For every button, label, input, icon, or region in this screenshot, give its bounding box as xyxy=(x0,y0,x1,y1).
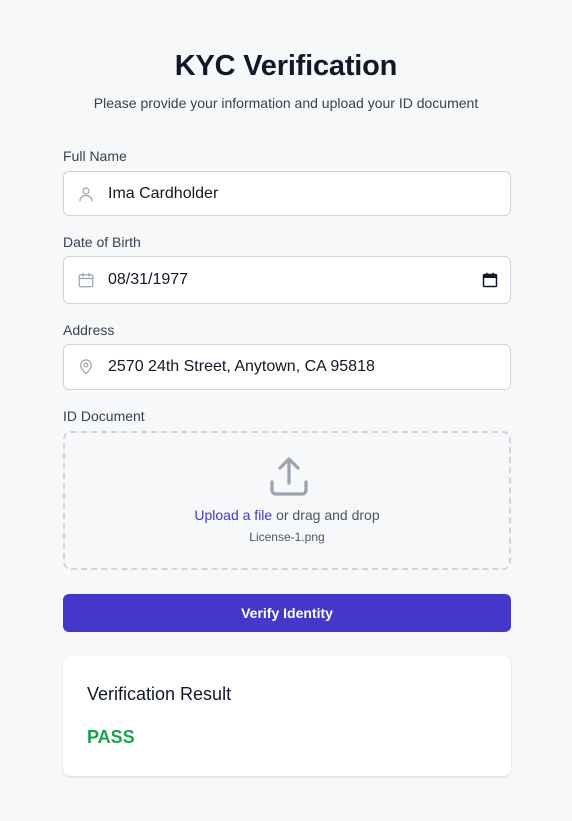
location-pin-icon xyxy=(64,358,108,376)
calendar-icon xyxy=(64,271,108,289)
kyc-page: KYC Verification Please provide your inf… xyxy=(0,0,572,821)
address-value[interactable]: 2570 24th Street, Anytown, CA 95818 xyxy=(108,358,510,376)
address-label: Address xyxy=(63,322,115,338)
uploaded-file-name: License-1.png xyxy=(249,530,325,544)
date-picker-icon[interactable] xyxy=(470,272,510,288)
upload-icon xyxy=(268,456,310,503)
upload-file-link[interactable]: Upload a file xyxy=(194,507,272,523)
dob-field[interactable]: 08/31/1977 xyxy=(63,256,511,304)
dob-label: Date of Birth xyxy=(63,234,141,250)
verify-identity-button[interactable]: Verify Identity xyxy=(63,594,511,632)
full-name-field[interactable]: Ima Cardholder xyxy=(63,171,511,216)
address-field[interactable]: 2570 24th Street, Anytown, CA 95818 xyxy=(63,344,511,390)
id-document-label: ID Document xyxy=(63,408,145,424)
verification-result-card: Verification Result PASS xyxy=(63,656,511,776)
user-icon xyxy=(64,185,108,203)
page-title: KYC Verification xyxy=(174,50,398,82)
full-name-value[interactable]: Ima Cardholder xyxy=(108,185,510,203)
dob-value[interactable]: 08/31/1977 xyxy=(108,271,470,289)
result-title: Verification Result xyxy=(87,684,232,704)
result-status-badge: PASS xyxy=(87,727,135,747)
page-subtitle: Please provide your information and uplo… xyxy=(93,95,479,111)
full-name-label: Full Name xyxy=(63,148,127,164)
id-document-dropzone[interactable]: Upload a file or drag and drop License-1… xyxy=(63,431,511,570)
upload-instructions: Upload a file or drag and drop xyxy=(65,507,509,523)
drag-drop-text: or drag and drop xyxy=(272,507,380,523)
